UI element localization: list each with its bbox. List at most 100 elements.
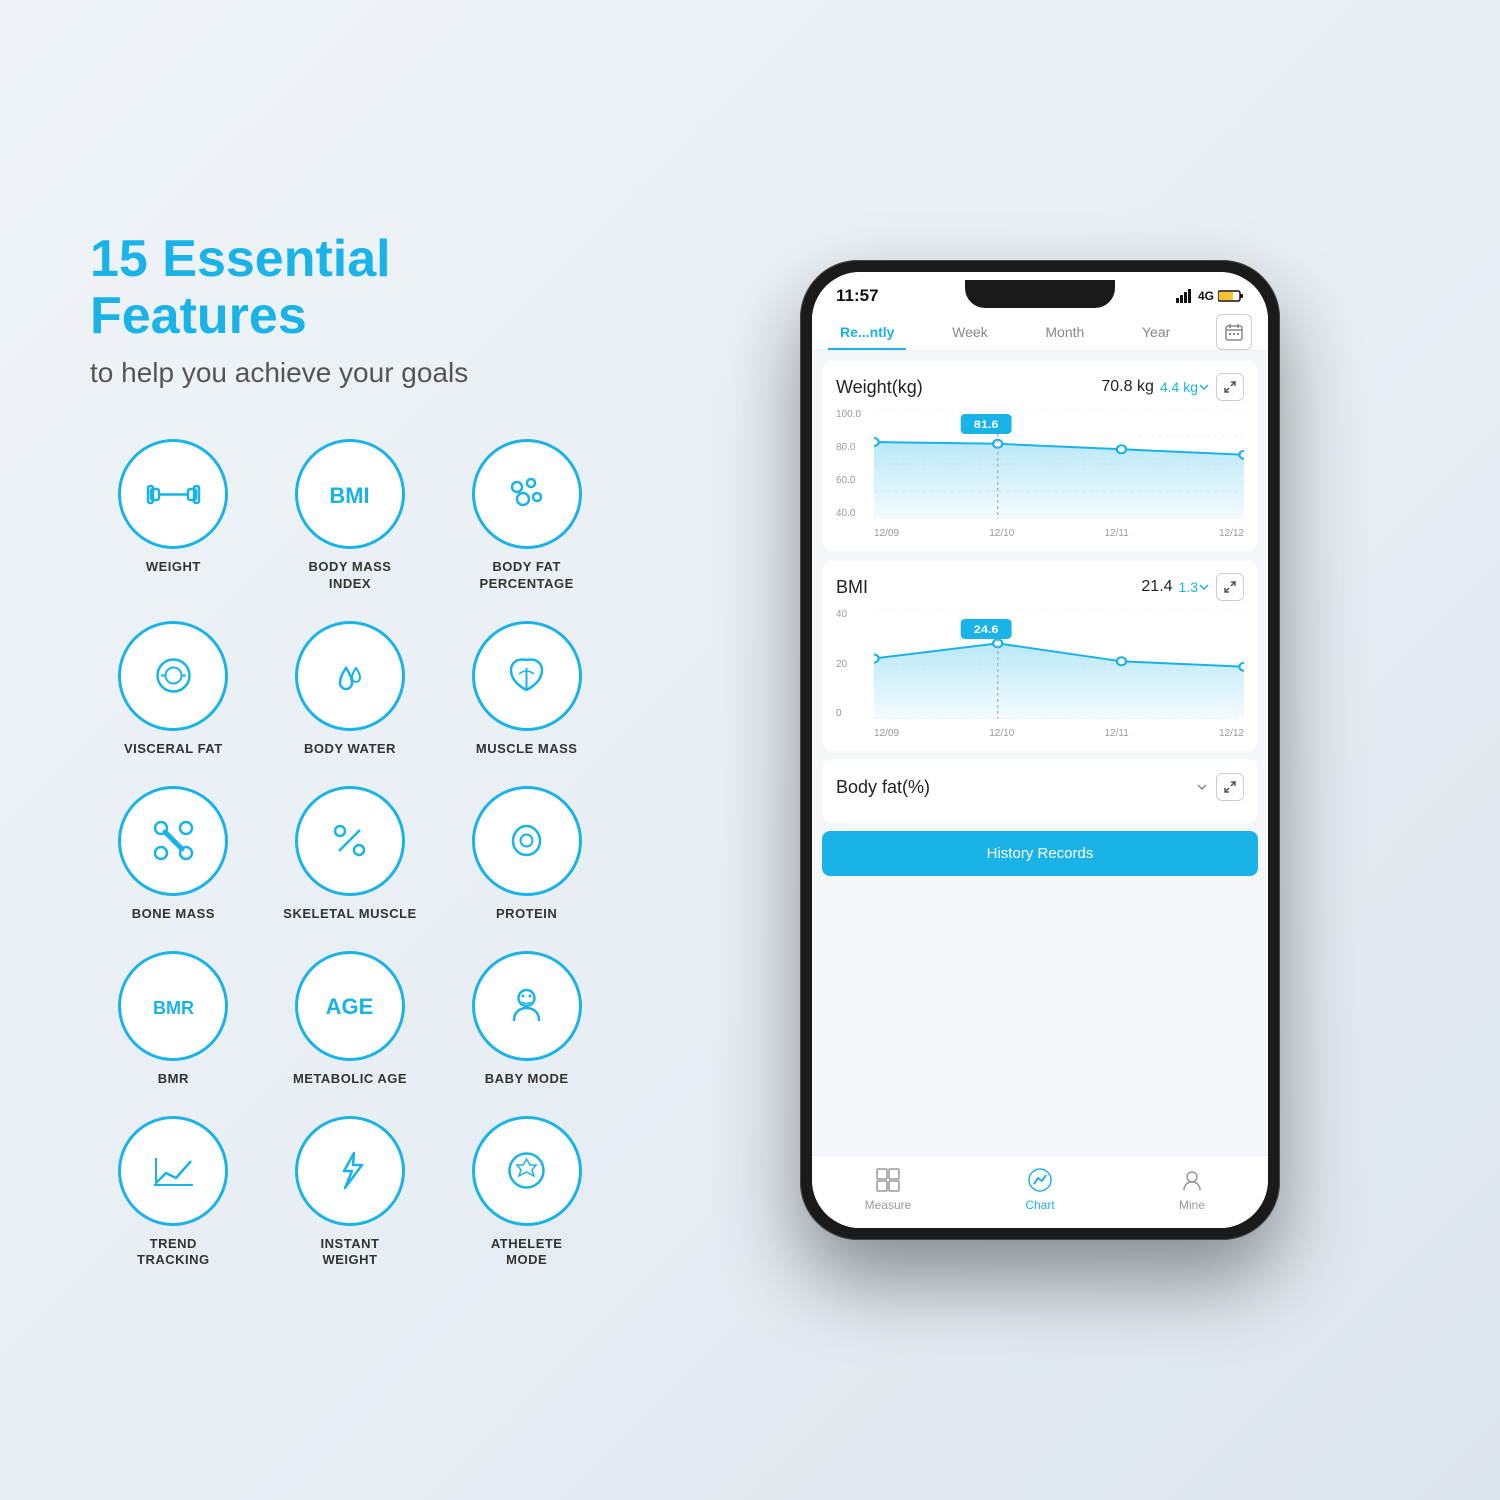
svg-text:24.6: 24.6 [974, 623, 999, 636]
drops-icon [322, 648, 377, 703]
tape-icon [146, 648, 201, 703]
bmi-chart-plot: 24.6 [874, 609, 1244, 719]
status-time: 11:57 [836, 286, 879, 306]
tab-week[interactable]: Week [940, 314, 1000, 350]
bmi-icon: BMI [322, 467, 377, 522]
bolt-icon [322, 1143, 377, 1198]
weight-chart-value: 70.8 kg 4.4 kg [1101, 373, 1244, 401]
history-records-button[interactable]: History Records [822, 831, 1258, 876]
weight-chart-plot: 81.6 [874, 409, 1244, 519]
phone-screen: 11:57 4G [812, 272, 1268, 1228]
weight-chart-header: Weight(kg) 70.8 kg 4.4 kg [836, 373, 1244, 401]
age-label: METABOLIC AGE [293, 1071, 407, 1088]
main-headline: 15 Essential Features [90, 231, 610, 345]
nav-mine[interactable]: Mine [1116, 1156, 1268, 1216]
app-content[interactable]: Weight(kg) 70.8 kg 4.4 kg [812, 351, 1268, 1155]
weight-y-labels: 100.0 80.0 60.0 40.0 [836, 409, 872, 519]
phone-mockup-container: 11:57 4G [670, 260, 1410, 1240]
battery-icon [1218, 289, 1244, 303]
bodyfat-expand-button[interactable] [1216, 773, 1244, 801]
weight-change: 4.4 kg [1160, 379, 1210, 395]
feature-weight: WEIGHT [90, 439, 257, 593]
weight-chart-svg: 81.6 [874, 409, 1244, 519]
bmi-change: 1.3 [1179, 579, 1210, 595]
bonemass-label: BONE MASS [132, 906, 215, 923]
status-icons: 4G [1176, 289, 1244, 303]
bmi-chart-header: BMI 21.4 1.3 [836, 573, 1244, 601]
sub-headline: to help you achieve your goals [90, 357, 610, 389]
weight-chart-title: Weight(kg) [836, 377, 923, 398]
bodyfat-icon [499, 467, 554, 522]
musclemass-label: MUSCLE MASS [476, 741, 578, 758]
svg-text:BMI: BMI [330, 483, 370, 508]
weight-chart-section: Weight(kg) 70.8 kg 4.4 kg [822, 361, 1258, 551]
barbell-icon [146, 467, 201, 522]
bodyfat-title: Body fat(%) [836, 777, 930, 798]
soccer-icon [499, 1143, 554, 1198]
protein-label: PROTEIN [496, 906, 557, 923]
features-grid: WEIGHT BMI BODY MASSINDEX [90, 439, 610, 1269]
bottom-nav: Measure Chart [812, 1155, 1268, 1228]
bmi-value: 21.4 [1141, 578, 1172, 596]
feature-athlete: ATHELETEMODE [443, 1116, 610, 1270]
tab-month[interactable]: Month [1033, 314, 1096, 350]
baby-icon [499, 978, 554, 1033]
weight-value: 70.8 kg [1101, 378, 1153, 396]
nav-chart[interactable]: Chart [964, 1156, 1116, 1216]
tab-recently[interactable]: Re...ntly [828, 314, 906, 350]
egg-icon [499, 813, 554, 868]
bmi-x-labels: 12/09 12/10 12/11 12/12 [874, 728, 1244, 739]
phone-device: 11:57 4G [800, 260, 1280, 1240]
bmi-y-labels: 40 20 0 [836, 609, 872, 719]
feature-bodywater: BODY WATER [267, 621, 434, 758]
mine-icon [1178, 1166, 1206, 1194]
bodyfat-header: Body fat(%) [836, 773, 1244, 801]
feature-skeletal: SKELETAL MUSCLE [267, 786, 434, 923]
calendar-button[interactable] [1216, 314, 1252, 350]
weight-expand-button[interactable] [1216, 373, 1244, 401]
skeletal-label: SKELETAL MUSCLE [283, 906, 416, 923]
feature-bonemass: BONE MASS [90, 786, 257, 923]
baby-label: BABY MODE [485, 1071, 569, 1088]
svg-text:81.6: 81.6 [974, 418, 999, 431]
bmi-chart-svg: 24.6 [874, 609, 1244, 719]
leaf-icon [499, 648, 554, 703]
feature-musclemass: MUSCLE MASS [443, 621, 610, 758]
bmi-label: BODY MASSINDEX [308, 559, 391, 593]
bone-icon [146, 813, 201, 868]
feature-visceralfat: VISCERAL FAT [90, 621, 257, 758]
nav-measure[interactable]: Measure [812, 1156, 964, 1216]
bmi-chart-area: 40 20 0 [836, 609, 1244, 739]
bmi-chart-title: BMI [836, 577, 868, 598]
nav-chart-label: Chart [1025, 1198, 1054, 1212]
bmi-expand-button[interactable] [1216, 573, 1244, 601]
bodywater-label: BODY WATER [304, 741, 396, 758]
feature-bmr: BMR BMR [90, 951, 257, 1088]
expand-icon [1223, 380, 1237, 394]
bmi-expand-icon [1223, 580, 1237, 594]
feature-baby: BABY MODE [443, 951, 610, 1088]
bmr-icon: BMR [146, 978, 201, 1033]
down-arrow-icon [1198, 381, 1210, 393]
network-label: 4G [1198, 289, 1214, 303]
athlete-label: ATHELETEMODE [491, 1236, 563, 1270]
nav-measure-label: Measure [865, 1198, 912, 1212]
percent-icon [322, 813, 377, 868]
bodyfat-arrow-icon [1196, 781, 1208, 793]
bodyfat-section: Body fat(%) [822, 759, 1258, 823]
trend-label: TRENDTRACKING [137, 1236, 210, 1270]
visceralfat-label: VISCERAL FAT [124, 741, 223, 758]
bmi-chart-section: BMI 21.4 1.3 [822, 561, 1258, 751]
bmi-chart-value: 21.4 1.3 [1141, 573, 1244, 601]
bodyfat-label: BODY FATPERCENTAGE [480, 559, 574, 593]
left-panel: 15 Essential Features to help you achiev… [90, 231, 610, 1270]
bodyfat-expand-icon [1223, 780, 1237, 794]
weight-label: WEIGHT [146, 559, 201, 576]
feature-protein: PROTEIN [443, 786, 610, 923]
signal-icon [1176, 289, 1194, 303]
bmi-down-arrow [1198, 581, 1210, 593]
tab-year[interactable]: Year [1130, 314, 1182, 350]
main-container: 15 Essential Features to help you achiev… [50, 50, 1450, 1450]
svg-text:AGE: AGE [326, 994, 374, 1019]
chart-nav-icon [1026, 1166, 1054, 1194]
